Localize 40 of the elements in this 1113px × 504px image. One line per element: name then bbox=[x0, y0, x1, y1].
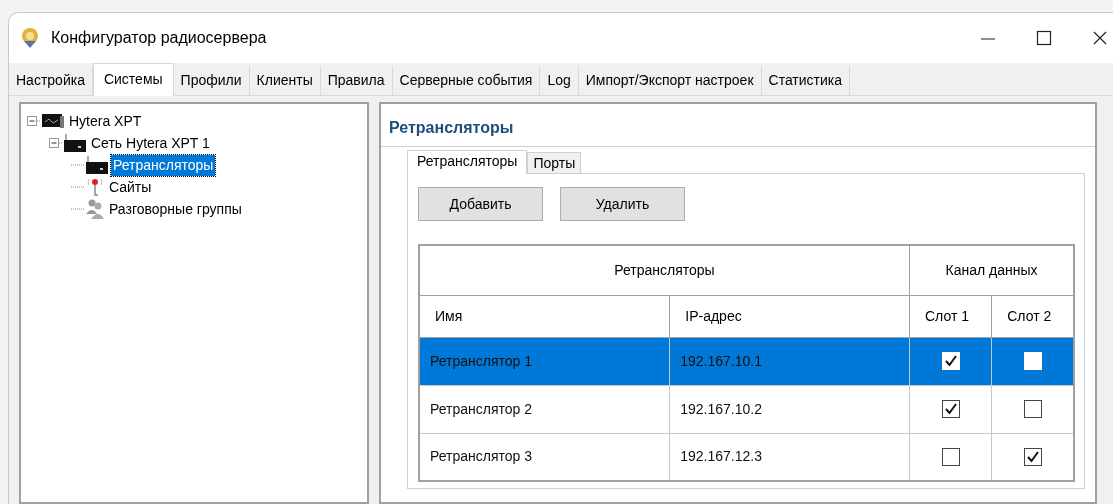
tree-item[interactable]: Разговорные группы bbox=[107, 198, 244, 220]
table-cell: Ретранслятор 2 bbox=[430, 400, 532, 417]
table-cell: 192.167.12.3 bbox=[680, 448, 762, 465]
action-button[interactable]: Добавить bbox=[418, 187, 543, 221]
table-row[interactable]: Ретранслятор 2 192.167.10.2 bbox=[419, 385, 1074, 433]
checkbox[interactable] bbox=[1023, 400, 1042, 418]
tab[interactable]: Системы bbox=[92, 63, 174, 96]
group-header: Ретрансляторы bbox=[419, 245, 910, 295]
tree-item[interactable]: Ретрансляторы bbox=[111, 154, 216, 176]
maximize-icon[interactable] bbox=[1035, 29, 1053, 47]
checkbox[interactable] bbox=[1023, 447, 1042, 466]
tab[interactable]: Ретрансляторы bbox=[407, 150, 528, 174]
collapse-icon[interactable] bbox=[49, 138, 63, 148]
antenna-pin-icon bbox=[85, 177, 105, 197]
table-cell: Ретранслятор 1 bbox=[430, 352, 532, 369]
radio-box-icon bbox=[63, 133, 87, 153]
column-header[interactable]: Слот 1 bbox=[909, 295, 992, 337]
checkbox[interactable] bbox=[941, 447, 960, 466]
column-header[interactable]: Имя bbox=[419, 295, 670, 337]
window-title: Конфигуратор радиосервера bbox=[51, 28, 267, 48]
monitor-icon bbox=[41, 112, 65, 130]
table-cell: 192.167.10.1 bbox=[680, 352, 762, 369]
radio-box-icon bbox=[85, 155, 109, 175]
action-button[interactable]: Удалить bbox=[560, 187, 685, 221]
tree-item[interactable]: Сайты bbox=[107, 176, 154, 198]
panel-title: Ретрансляторы bbox=[389, 118, 515, 138]
table-cell: 192.167.10.2 bbox=[680, 400, 762, 417]
people-group-icon bbox=[85, 198, 105, 220]
group-header: Канал данных bbox=[909, 245, 1074, 295]
tab[interactable]: Порты bbox=[527, 152, 582, 173]
close-icon[interactable] bbox=[1091, 29, 1109, 47]
tree-item[interactable]: Hytera XPT bbox=[67, 110, 144, 132]
column-header[interactable]: IP-адрес bbox=[669, 295, 910, 337]
column-header[interactable]: Слот 2 bbox=[991, 295, 1074, 337]
tree-item[interactable]: Сеть Hytera XPT 1 bbox=[89, 132, 212, 154]
table-row[interactable]: Ретранслятор 3 192.167.12.3 bbox=[419, 433, 1074, 481]
checkbox[interactable] bbox=[941, 400, 960, 418]
collapse-icon[interactable] bbox=[27, 116, 41, 126]
table-cell: Ретранслятор 3 bbox=[430, 448, 532, 465]
app-logo-icon bbox=[19, 27, 41, 49]
